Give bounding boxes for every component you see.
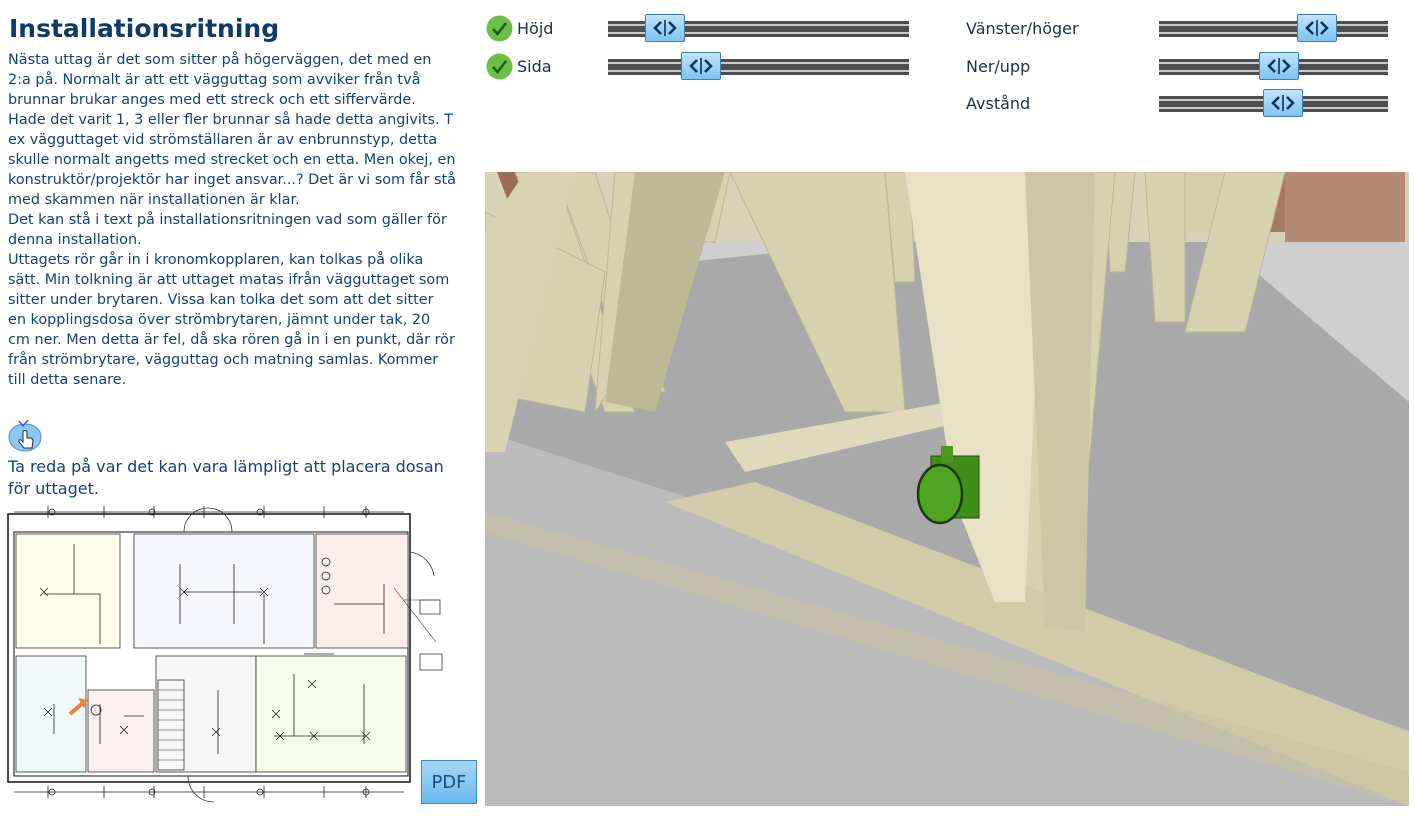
paragraph: Det kan stå i text på installationsritni… xyxy=(8,212,447,248)
left-right-arrows-icon xyxy=(653,20,677,36)
left-right-arrows-icon xyxy=(1267,58,1291,74)
paragraph: Uttagets rör går in i kronomkopplaren, k… xyxy=(8,252,455,388)
height-label: Höjd xyxy=(517,19,554,38)
left-right-slider[interactable] xyxy=(1159,21,1388,37)
3d-viewport[interactable] xyxy=(485,172,1409,806)
task-instruction: Ta reda på var det kan vara lämpligt att… xyxy=(8,457,444,498)
left-right-arrows-icon xyxy=(689,58,713,74)
side-slider[interactable] xyxy=(608,59,909,75)
instruction-text: Nästa uttag är det som sitter på högervä… xyxy=(8,50,456,390)
left-right-slider-handle[interactable] xyxy=(1297,14,1337,42)
floor-plan-drawing[interactable] xyxy=(4,504,446,804)
check-circle-icon[interactable] xyxy=(486,53,513,80)
side-label: Sida xyxy=(517,57,552,76)
down-up-slider-handle[interactable] xyxy=(1259,52,1299,80)
page-title: Installationsritning xyxy=(9,14,280,43)
check-circle-icon[interactable] xyxy=(486,15,513,42)
left-right-arrows-icon xyxy=(1271,95,1295,111)
side-slider-handle[interactable] xyxy=(681,52,721,80)
left-right-arrows-icon xyxy=(1305,20,1329,36)
pointer-hand-icon[interactable] xyxy=(6,418,44,452)
pdf-button[interactable]: PDF xyxy=(421,760,477,804)
down-up-label: Ner/upp xyxy=(966,57,1031,76)
height-slider-handle[interactable] xyxy=(645,14,685,42)
paragraph: Nästa uttag är det som sitter på högervä… xyxy=(8,52,456,208)
left-right-label: Vänster/höger xyxy=(966,19,1079,38)
distance-slider-handle[interactable] xyxy=(1263,89,1303,117)
distance-label: Avstånd xyxy=(966,94,1031,113)
